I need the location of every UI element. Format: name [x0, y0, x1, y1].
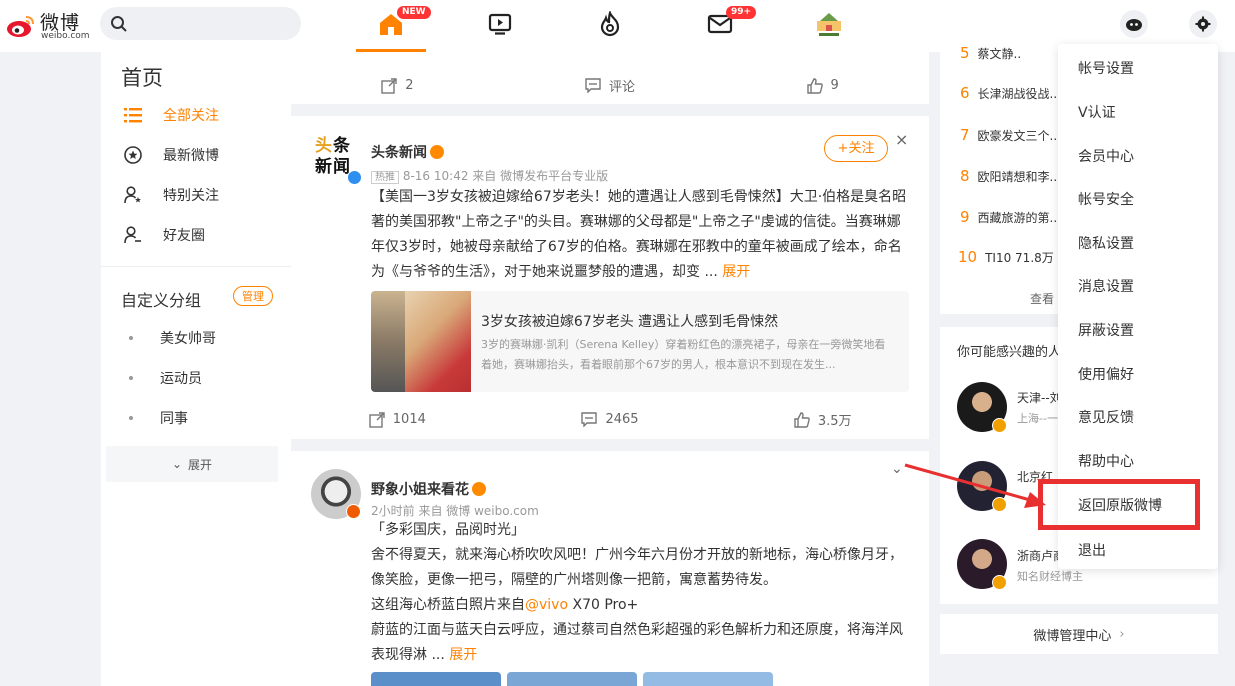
- annotation-arrow: [904, 463, 1046, 508]
- annotation-highlight-box: [1038, 479, 1200, 530]
